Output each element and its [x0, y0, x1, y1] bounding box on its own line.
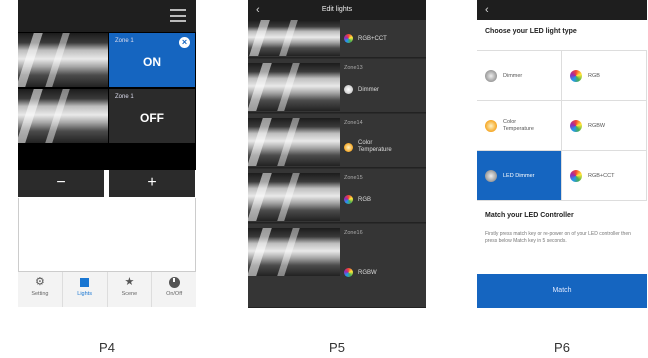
type-label: Color Temperature [503, 118, 534, 132]
type-rgb[interactable]: RGB [562, 51, 647, 101]
zone-name: Zone14 [344, 120, 363, 126]
light-type: Dimmer [358, 86, 379, 93]
gear-icon: ⚙ [34, 276, 45, 288]
tab-label: Scene [121, 291, 138, 297]
light-row[interactable]: Zone14 Color Temperature [248, 114, 426, 168]
match-button[interactable]: Match [477, 274, 647, 308]
light-type-grid: Dimmer RGB Color Temperature RGBW LED Di… [477, 50, 647, 201]
zone-photo [248, 173, 340, 221]
close-icon[interactable]: × [179, 37, 190, 48]
light-type: RGB+CCT [358, 35, 387, 42]
zone-label: Zone 1 [115, 38, 134, 44]
p4-screen: Zone 1 × ON Zone 1 OFF − + ⚙ Setting Lig… [18, 0, 196, 308]
rgb-icon [570, 69, 582, 82]
p6-header: ‹ [477, 0, 647, 20]
rgb-icon [344, 34, 353, 43]
rgb-icon [570, 169, 582, 182]
dimmer-icon [485, 169, 497, 182]
dimmer-icon [485, 69, 497, 82]
zone-label: Zone 1 [115, 94, 134, 100]
zone-name: Zone16 [344, 230, 363, 236]
zone-photo [248, 118, 340, 166]
zone-photo [248, 228, 340, 276]
tab-lights[interactable]: Lights [63, 272, 108, 307]
menu-icon[interactable] [170, 9, 186, 22]
tab-label: Lights [77, 291, 92, 297]
type-dimmer[interactable]: Dimmer [477, 51, 562, 101]
plus-button[interactable]: + [109, 170, 195, 197]
light-row[interactable]: Zone16 RGBW [248, 224, 426, 308]
dimmer-icon [344, 85, 353, 94]
type-rgb-cct[interactable]: RGB+CCT [562, 151, 647, 201]
type-label: LED Dimmer [503, 172, 535, 179]
zone-state: ON [143, 55, 161, 69]
back-icon[interactable]: ‹ [256, 0, 260, 20]
zone-toggle-on[interactable]: Zone 1 × ON [109, 33, 195, 87]
light-type: RGB [358, 196, 372, 203]
tab-onoff[interactable]: On/Off [152, 272, 196, 307]
type-label: RGBW [588, 122, 606, 129]
zone-toggle-off[interactable]: Zone 1 OFF [109, 89, 195, 143]
light-type-title: Choose your LED light type [485, 28, 577, 35]
light-type: Color Temperature [358, 140, 392, 153]
type-label: RGB [588, 72, 600, 79]
zone-photo [18, 89, 108, 143]
p5-title: Edit lights [321, 6, 353, 13]
tab-setting[interactable]: ⚙ Setting [18, 272, 63, 307]
type-color-temperature[interactable]: Color Temperature [477, 101, 562, 151]
type-led-dimmer[interactable]: LED Dimmer [477, 151, 562, 201]
rgb-icon [344, 195, 353, 204]
zone-photo [248, 63, 340, 111]
tab-label: On/Off [166, 291, 183, 297]
color-temperature-icon [344, 142, 353, 152]
color-temperature-icon [485, 119, 497, 132]
caption-p5: P5 [329, 340, 345, 355]
light-row[interactable]: RGB+CCT [248, 20, 426, 58]
star-icon: ★ [124, 276, 135, 288]
caption-p4: P4 [99, 340, 115, 355]
type-label: Dimmer [503, 72, 523, 79]
light-type: RGBW [358, 269, 377, 276]
light-row[interactable]: Zone15 RGB [248, 169, 426, 223]
type-label: RGB+CCT [588, 172, 615, 179]
tab-label: Setting [31, 291, 49, 297]
minus-button[interactable]: − [18, 170, 104, 197]
p5-screen: ‹ Edit lights RGB+CCT Zone13 Dimmer Zone… [248, 0, 426, 308]
match-title: Match your LED Controller [485, 212, 574, 219]
zone-photo [18, 33, 108, 87]
tab-bar: ⚙ Setting Lights ★ Scene On/Off [18, 271, 196, 307]
zone-name: Zone13 [344, 65, 363, 71]
zone-state: OFF [140, 111, 164, 125]
p6-screen: ‹ Choose your LED light type Dimmer RGB … [477, 0, 647, 308]
empty-panel [18, 198, 196, 271]
p5-header: ‹ Edit lights [248, 0, 426, 20]
light-row[interactable]: Zone13 Dimmer [248, 59, 426, 113]
type-rgbw[interactable]: RGBW [562, 101, 647, 151]
square-icon [79, 276, 91, 288]
p4-header [18, 0, 196, 32]
tab-scene[interactable]: ★ Scene [108, 272, 153, 307]
rgb-icon [570, 119, 582, 132]
zone-name: Zone15 [344, 175, 363, 181]
match-description: Firstly press match key or re-power on o… [485, 231, 631, 244]
caption-p6: P6 [554, 340, 570, 355]
back-icon[interactable]: ‹ [485, 0, 489, 20]
rgb-icon [344, 268, 353, 277]
power-icon [168, 276, 180, 288]
zone-photo [248, 20, 340, 56]
